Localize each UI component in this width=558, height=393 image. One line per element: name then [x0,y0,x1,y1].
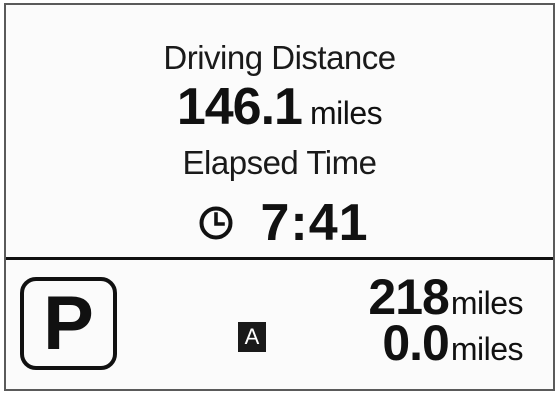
instrument-cluster-display: Driving Distance 146.1 miles Elapsed Time… [4,3,555,391]
section-divider [6,257,553,260]
clock-icon [199,206,233,240]
trip-meter-value: 0.0 [382,315,450,371]
driving-distance-readout: 146.1 miles [6,79,553,141]
elapsed-time-readout: 7:41 [6,195,553,251]
gear-position-indicator: P [20,277,117,370]
elapsed-time-value: 7:41 [260,194,369,252]
trip-a-badge: A [238,322,266,352]
driving-distance-value: 146.1 [176,78,303,136]
trip-meter-readout: 0.0miles [382,317,523,375]
driving-distance-label: Driving Distance [163,39,396,76]
trip-meter-unit: miles [450,331,524,367]
elapsed-time-label: Elapsed Time [182,144,377,181]
driving-distance-unit: miles [309,95,383,131]
odometer-unit: miles [450,285,524,321]
trip-info-panel: Driving Distance 146.1 miles Elapsed Time… [6,5,553,257]
